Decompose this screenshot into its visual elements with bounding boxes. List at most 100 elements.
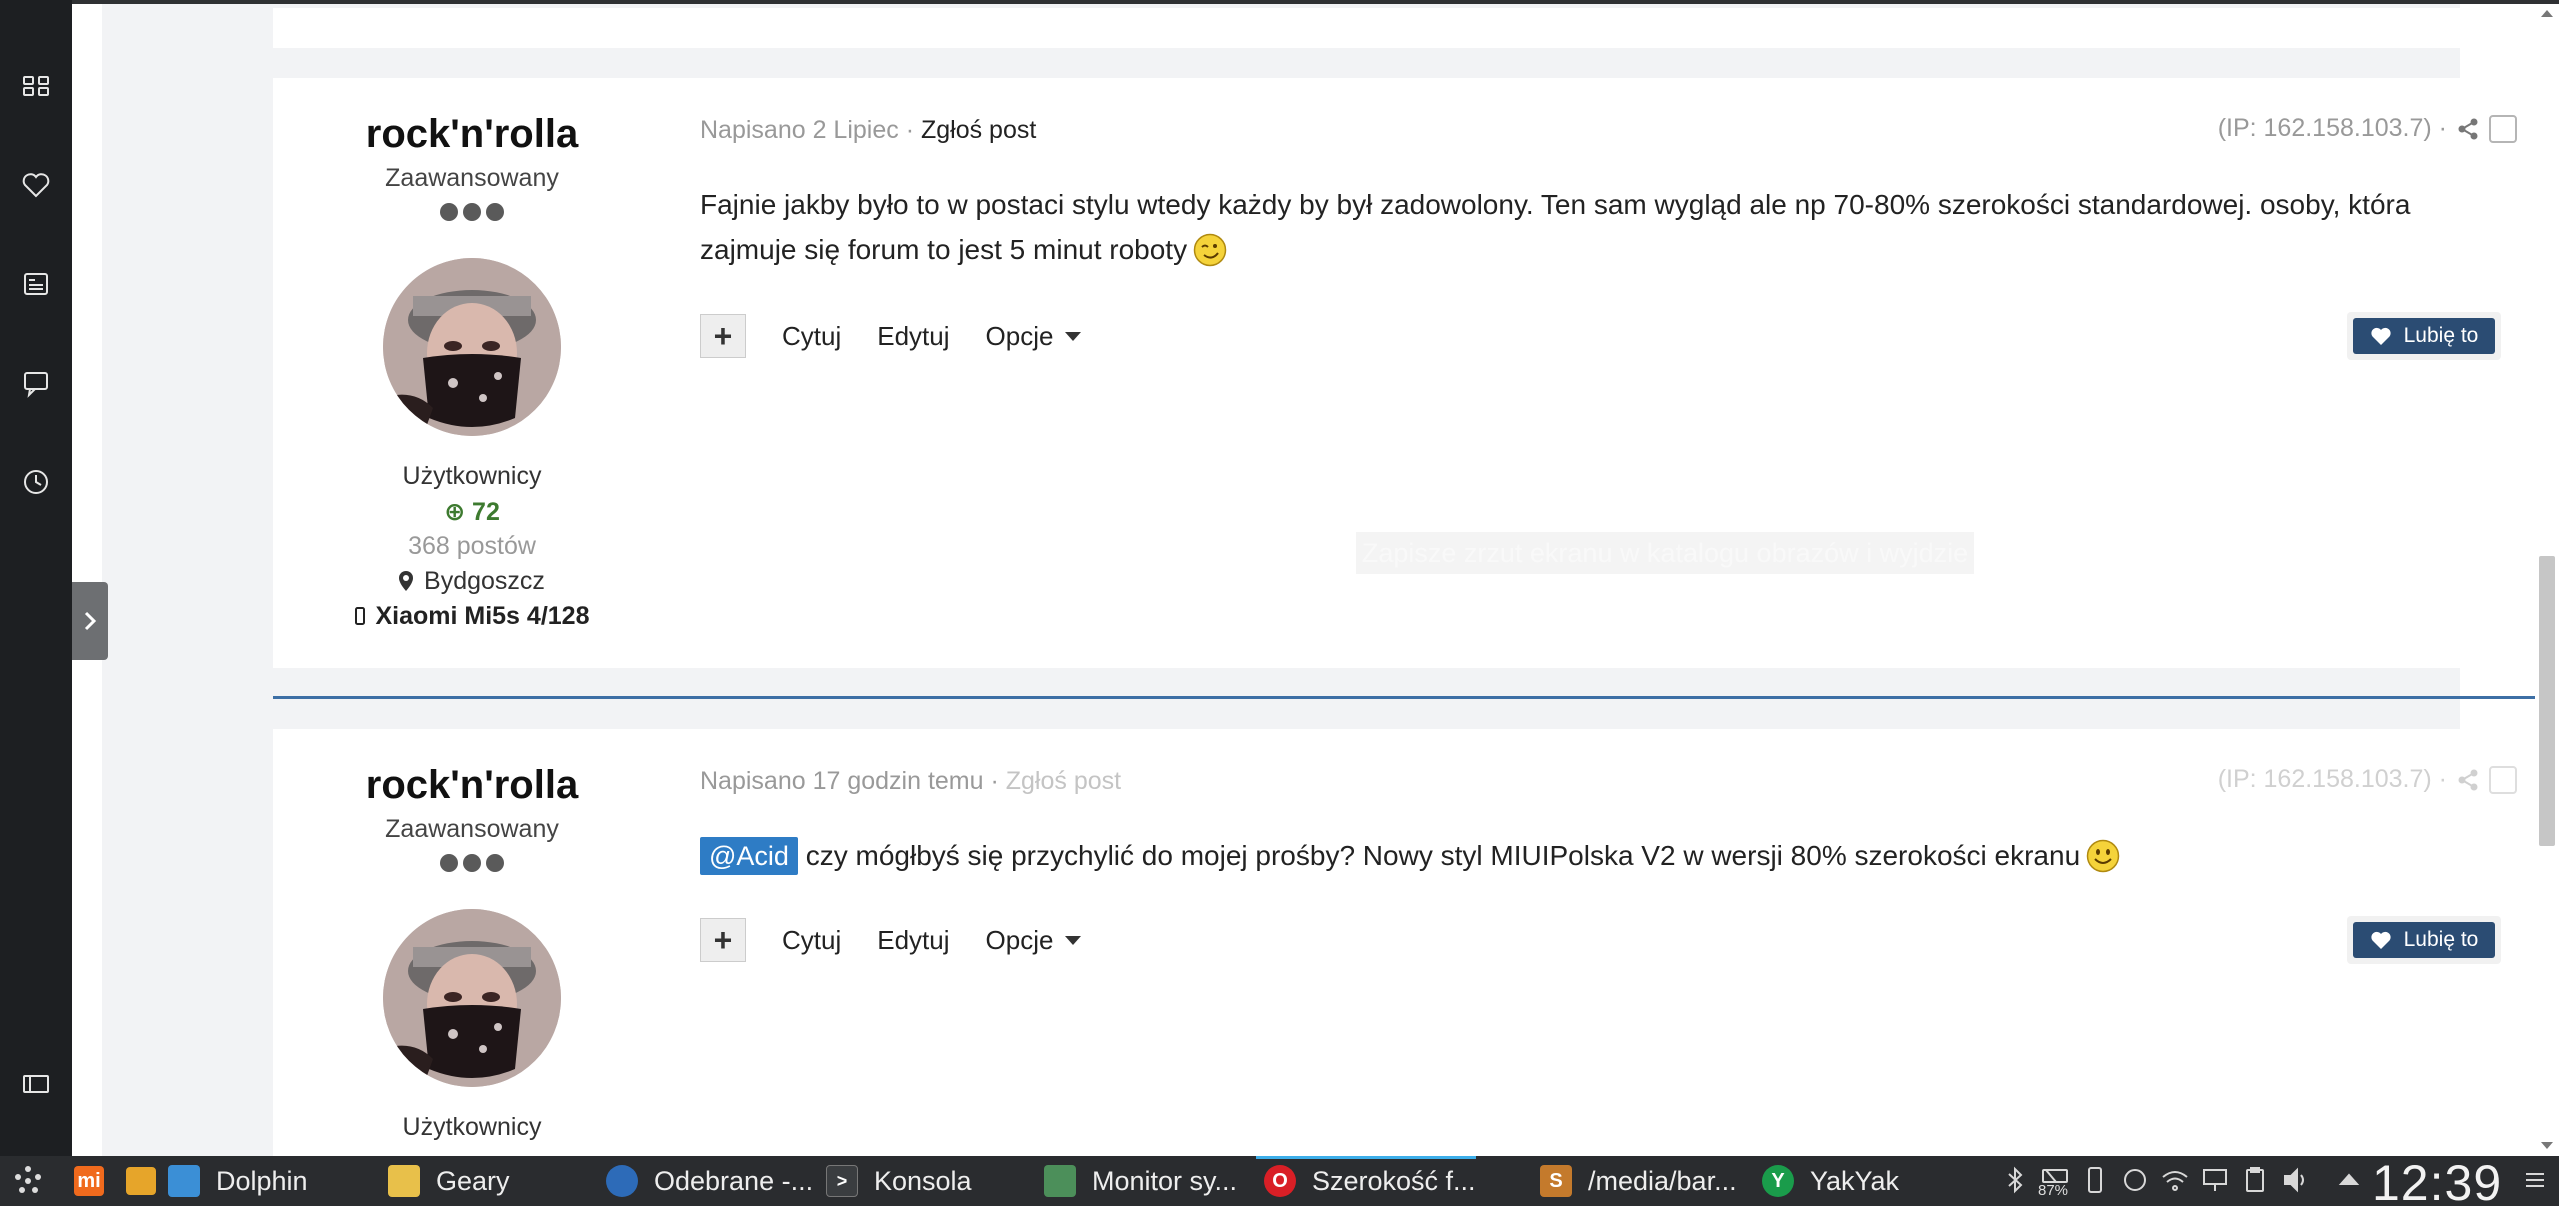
yakyak-icon: Y — [1762, 1165, 1794, 1197]
post-meta: Napisano 2 Lipiec · Zgłoś post — [700, 116, 1037, 144]
new-posts-separator — [273, 696, 2535, 699]
taskbar-item-konsola[interactable]: > Konsola — [826, 1156, 972, 1206]
system-monitor-icon — [1044, 1165, 1076, 1197]
opera-icon: O — [1264, 1165, 1296, 1197]
menu-icon[interactable] — [2520, 1165, 2550, 1195]
edit-button[interactable]: Edytuj — [877, 925, 949, 956]
post-date[interactable]: Napisano 2 Lipiec — [700, 116, 899, 144]
options-dropdown[interactable]: Opcje — [986, 925, 1082, 956]
scroll-down-arrow-icon[interactable] — [2541, 1142, 2553, 1149]
network-icon[interactable] — [2200, 1165, 2230, 1195]
multi-quote-checkbox[interactable] — [2489, 765, 2517, 794]
post-date[interactable]: Napisano 17 godzin temu — [700, 767, 984, 795]
chevron-right-icon — [84, 611, 97, 631]
author-post-count: 368 postów — [408, 532, 536, 560]
forum-post: rock'n'rolla Zaawansowany — [273, 729, 2535, 1169]
share-icon[interactable] — [2457, 769, 2479, 791]
heart-icon[interactable] — [16, 165, 56, 205]
browser-sidebar — [0, 0, 72, 1156]
report-post-link[interactable]: Zgłoś post — [1006, 767, 1121, 795]
mail-icon — [388, 1165, 420, 1197]
wifi-icon[interactable] — [2160, 1165, 2190, 1195]
share-icon[interactable] — [2457, 118, 2479, 140]
post-body: @Acid czy mógłbyś się przychylić do moje… — [700, 833, 2500, 878]
caret-down-icon — [1065, 331, 1082, 341]
topic-content-area: rock'n'rolla Zaawansowany Użytkownicy ⊕ … — [102, 4, 2535, 1169]
post-controls: + Cytuj Edytuj Opcje — [700, 314, 1117, 358]
taskbar-item-sublime[interactable]: S /media/bar... — [1540, 1156, 1737, 1206]
terminal-icon: > — [826, 1165, 858, 1197]
thunderbird-icon — [606, 1165, 638, 1197]
multi-quote-button[interactable]: + — [700, 918, 746, 962]
multi-quote-checkbox[interactable] — [2489, 114, 2517, 143]
author-group: Użytkownicy — [402, 462, 542, 490]
bluetooth-icon[interactable] — [2000, 1165, 2030, 1195]
page-scrollbar[interactable] — [2535, 4, 2559, 1156]
like-button[interactable]: Lubię to — [2353, 318, 2495, 354]
app-launcher-button[interactable] — [10, 1156, 46, 1206]
messenger-icon[interactable] — [16, 363, 56, 403]
edit-button[interactable]: Edytuj — [877, 321, 949, 352]
taskbar-item-geary[interactable]: Geary — [388, 1156, 510, 1206]
panel-expand-button[interactable] — [72, 582, 108, 660]
post-body: Fajnie jakby było to w postaci stylu wte… — [700, 189, 2411, 267]
sidebar-toggle-icon[interactable] — [16, 1064, 56, 1104]
news-icon[interactable] — [16, 264, 56, 304]
screenshot-tooltip: Zapisze zrzut ekranu w katalogu obrazów … — [1356, 532, 1974, 574]
sublime-icon: S — [1540, 1165, 1572, 1197]
previous-post-bottom — [273, 8, 2535, 48]
wink-emoji-icon — [1193, 233, 1227, 267]
history-icon[interactable] — [16, 462, 56, 502]
heart-icon — [2371, 327, 2391, 345]
launcher-icon — [15, 1166, 41, 1193]
mobile-phone-icon — [354, 607, 365, 625]
like-area: Lubię to — [2347, 312, 2501, 360]
speed-dial-icon[interactable] — [16, 66, 56, 106]
mention-link[interactable]: @Acid — [700, 837, 798, 875]
taskbar-item-dolphin[interactable]: Dolphin — [168, 1156, 308, 1206]
pinned-mi-app[interactable]: mi — [74, 1156, 104, 1206]
taskbar-item-opera[interactable]: O Szerokość f... — [1264, 1156, 1476, 1206]
avatar[interactable] — [383, 909, 561, 1087]
quote-button[interactable]: Cytuj — [782, 925, 841, 956]
quote-button[interactable]: Cytuj — [782, 321, 841, 352]
scrollbar-thumb[interactable] — [2539, 556, 2555, 846]
like-area: Lubię to — [2347, 916, 2501, 964]
scroll-up-arrow-icon[interactable] — [2541, 10, 2553, 17]
smile-emoji-icon — [2086, 839, 2120, 873]
author-location: Bydgoszcz — [273, 567, 671, 596]
rank-pips-icon — [440, 854, 504, 872]
sync-icon[interactable] — [2120, 1165, 2150, 1195]
post-tools: (IP: 162.158.103.7) · — [2218, 114, 2517, 143]
pinned-file-manager[interactable] — [126, 1156, 156, 1206]
phone-connect-icon[interactable] — [2080, 1165, 2110, 1195]
clock[interactable]: 12:39 — [2372, 1154, 2502, 1206]
taskbar-item-yakyak[interactable]: Y YakYak — [1762, 1156, 1899, 1206]
file-manager-icon — [126, 1167, 156, 1195]
post-controls: + Cytuj Edytuj Opcje — [700, 918, 1117, 962]
rank-pips-icon — [440, 203, 504, 221]
desktop-screen: rock'n'rolla Zaawansowany Użytkownicy ⊕ … — [0, 0, 2559, 1206]
post-tools: (IP: 162.158.103.7) · — [2218, 765, 2517, 794]
folder-icon — [168, 1165, 200, 1197]
report-post-link[interactable]: Zgłoś post — [921, 116, 1036, 144]
clipboard-icon[interactable] — [2240, 1165, 2270, 1195]
active-task-indicator — [1256, 1156, 1476, 1159]
author-name[interactable]: rock'n'rolla — [273, 763, 671, 808]
post-ip: (IP: 162.158.103.7) · — [2217, 114, 2447, 142]
avatar[interactable] — [383, 258, 561, 436]
taskbar-item-monitor[interactable]: Monitor sy... — [1044, 1156, 1237, 1206]
tray-expand-icon[interactable] — [2334, 1165, 2364, 1195]
author-name[interactable]: rock'n'rolla — [273, 112, 671, 157]
author-group: Użytkownicy — [402, 1113, 542, 1141]
map-marker-icon — [399, 571, 414, 591]
heart-icon — [2371, 931, 2391, 949]
like-button[interactable]: Lubię to — [2353, 922, 2495, 958]
plus-circle-icon: ⊕ — [444, 498, 466, 526]
forum-post: rock'n'rolla Zaawansowany — [273, 78, 2535, 668]
options-dropdown[interactable]: Opcje — [986, 321, 1082, 352]
volume-icon[interactable] — [2280, 1165, 2310, 1195]
taskbar-item-odebrane[interactable]: Odebrane -... — [606, 1156, 813, 1206]
multi-quote-button[interactable]: + — [700, 314, 746, 358]
post-meta: Napisano 17 godzin temu · Zgłoś post — [700, 767, 1122, 795]
